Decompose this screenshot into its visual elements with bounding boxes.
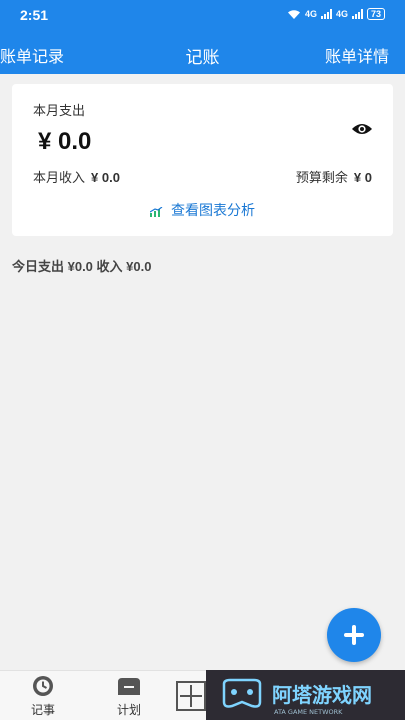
monthly-expense-amount: ¥ 0.0	[38, 128, 92, 155]
folder-icon	[118, 678, 140, 695]
tab-plan[interactable]: 计划	[99, 675, 159, 718]
tab-plan-label: 计划	[116, 703, 141, 717]
monthly-income-amount: ¥ 0.0	[91, 170, 120, 185]
add-icon[interactable]	[176, 681, 206, 711]
top-nav: 账单记录 记账 账单详情	[0, 32, 405, 74]
network-label-1: 4G	[304, 9, 317, 19]
watermark-logo-icon: 阿塔游戏网 ATA GAME NETWORK	[222, 678, 372, 716]
eye-icon[interactable]	[351, 122, 373, 136]
svg-text:阿塔游戏网: 阿塔游戏网	[272, 683, 372, 707]
chart-link-label: 查看图表分析	[171, 202, 255, 218]
bill-details-link[interactable]: 账单详情	[325, 43, 389, 67]
monthly-expense-label: 本月支出	[33, 103, 86, 118]
add-record-button[interactable]	[327, 608, 381, 662]
status-icons: 4G 4G 73	[287, 8, 385, 20]
signal-icon-2	[351, 9, 363, 19]
network-label-2: 4G	[335, 9, 348, 19]
monthly-summary-card: 本月支出 ¥ 0.0 本月收入 ¥ 0.0 预算剩余 ¥ 0 查看图表分析	[12, 84, 393, 236]
view-chart-analysis-link[interactable]: 查看图表分析	[12, 200, 393, 220]
today-summary: 今日支出 ¥0.0 收入 ¥0.0	[12, 259, 152, 274]
svg-text:ATA GAME NETWORK: ATA GAME NETWORK	[274, 708, 343, 716]
tab-notes[interactable]: 记事	[13, 675, 73, 718]
wifi-icon	[287, 9, 300, 19]
signal-icon	[320, 9, 332, 19]
watermark-logo: 阿塔游戏网 ATA GAME NETWORK	[206, 670, 405, 720]
budget-remaining-label: 预算剩余	[295, 170, 348, 185]
battery-level: 73	[370, 9, 381, 19]
budget-remaining: 预算剩余 ¥ 0	[296, 167, 372, 186]
budget-remaining-amount: ¥ 0	[353, 170, 372, 185]
clock-icon	[33, 676, 53, 696]
chart-icon	[149, 206, 163, 217]
status-bar: 2:51 4G 4G 73	[0, 0, 405, 32]
monthly-income: 本月收入 ¥ 0.0	[33, 167, 120, 186]
battery-icon: 73	[366, 8, 385, 20]
tab-notes-label: 记事	[30, 703, 55, 717]
status-time: 2:51	[20, 7, 49, 23]
monthly-income-label: 本月收入	[33, 170, 86, 185]
